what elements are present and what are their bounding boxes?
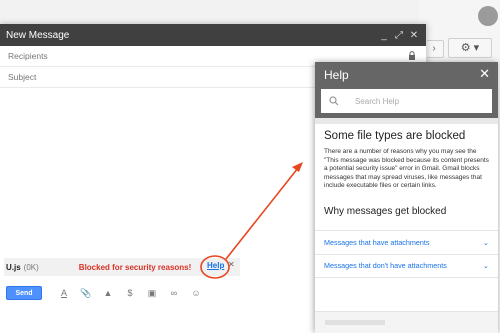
compose-toolbar: Send A 📎 ▲ $ ▣ ∞ ☺ [0,281,310,305]
compose-title: New Message [6,29,70,41]
settings-button[interactable]: ⚙ ▾ [448,38,492,58]
attachment-filename[interactable]: U.js [6,263,21,272]
attach-icon[interactable]: 📎 [78,286,94,300]
help-title: Help [324,68,349,82]
help-footer-bar [325,320,385,325]
help-subheading: Why messages get blocked [324,205,447,217]
accordion-item-label: Messages that don't have attachments [324,261,447,271]
link-icon[interactable]: ∞ [166,286,182,300]
help-article: Some file types are blocked There are a … [315,124,498,230]
accordion-item[interactable]: Messages that don't have attachments ⌄ [315,253,498,278]
help-link[interactable]: Help [207,261,224,270]
photo-icon[interactable]: ▣ [144,286,160,300]
close-icon[interactable]: ✕ [479,66,490,82]
chevron-right-icon: › [432,43,436,54]
compose-header: New Message _ ⤢ ✕ [0,24,426,46]
minimize-icon[interactable]: _ [378,30,390,41]
money-icon[interactable]: $ [122,286,138,300]
close-icon[interactable]: ✕ [408,30,420,41]
help-body-text: There are a number of reasons why you ma… [324,148,489,190]
help-panel: Help ✕ Search Help Some file types are b… [315,62,498,333]
blocked-warning: Blocked for security reasons! [78,262,192,272]
help-search-input[interactable]: Search Help [321,89,492,113]
accordion-item-label: Messages that have attachments [324,237,430,247]
lock-icon [409,51,415,60]
help-header: Help ✕ Search Help [315,62,498,118]
expand-icon[interactable]: ⤢ [393,30,405,41]
attachment-size: (0K) [23,262,39,272]
gear-icon: ⚙ ▾ [460,42,480,54]
remove-attachment-icon[interactable]: ✕ [228,260,235,269]
help-footer [315,311,498,333]
search-icon [329,96,339,106]
recipients-placeholder: Recipients [8,51,48,61]
format-text-icon[interactable]: A [56,286,72,300]
attachment-row: U.js (0K) Blocked for security reasons! [6,260,238,274]
help-heading: Some file types are blocked [324,130,466,142]
chevron-down-icon: ⌄ [482,237,489,247]
accordion-item[interactable]: Messages that have attachments ⌄ [315,229,498,254]
chevron-down-icon: ⌄ [482,261,489,271]
drive-icon[interactable]: ▲ [100,286,116,300]
next-page-button[interactable]: › [424,40,444,58]
avatar[interactable] [478,6,498,26]
emoji-icon[interactable]: ☺ [188,286,204,300]
subject-placeholder: Subject [8,72,37,82]
send-button[interactable]: Send [6,286,42,300]
help-search-placeholder: Search Help [355,96,400,106]
